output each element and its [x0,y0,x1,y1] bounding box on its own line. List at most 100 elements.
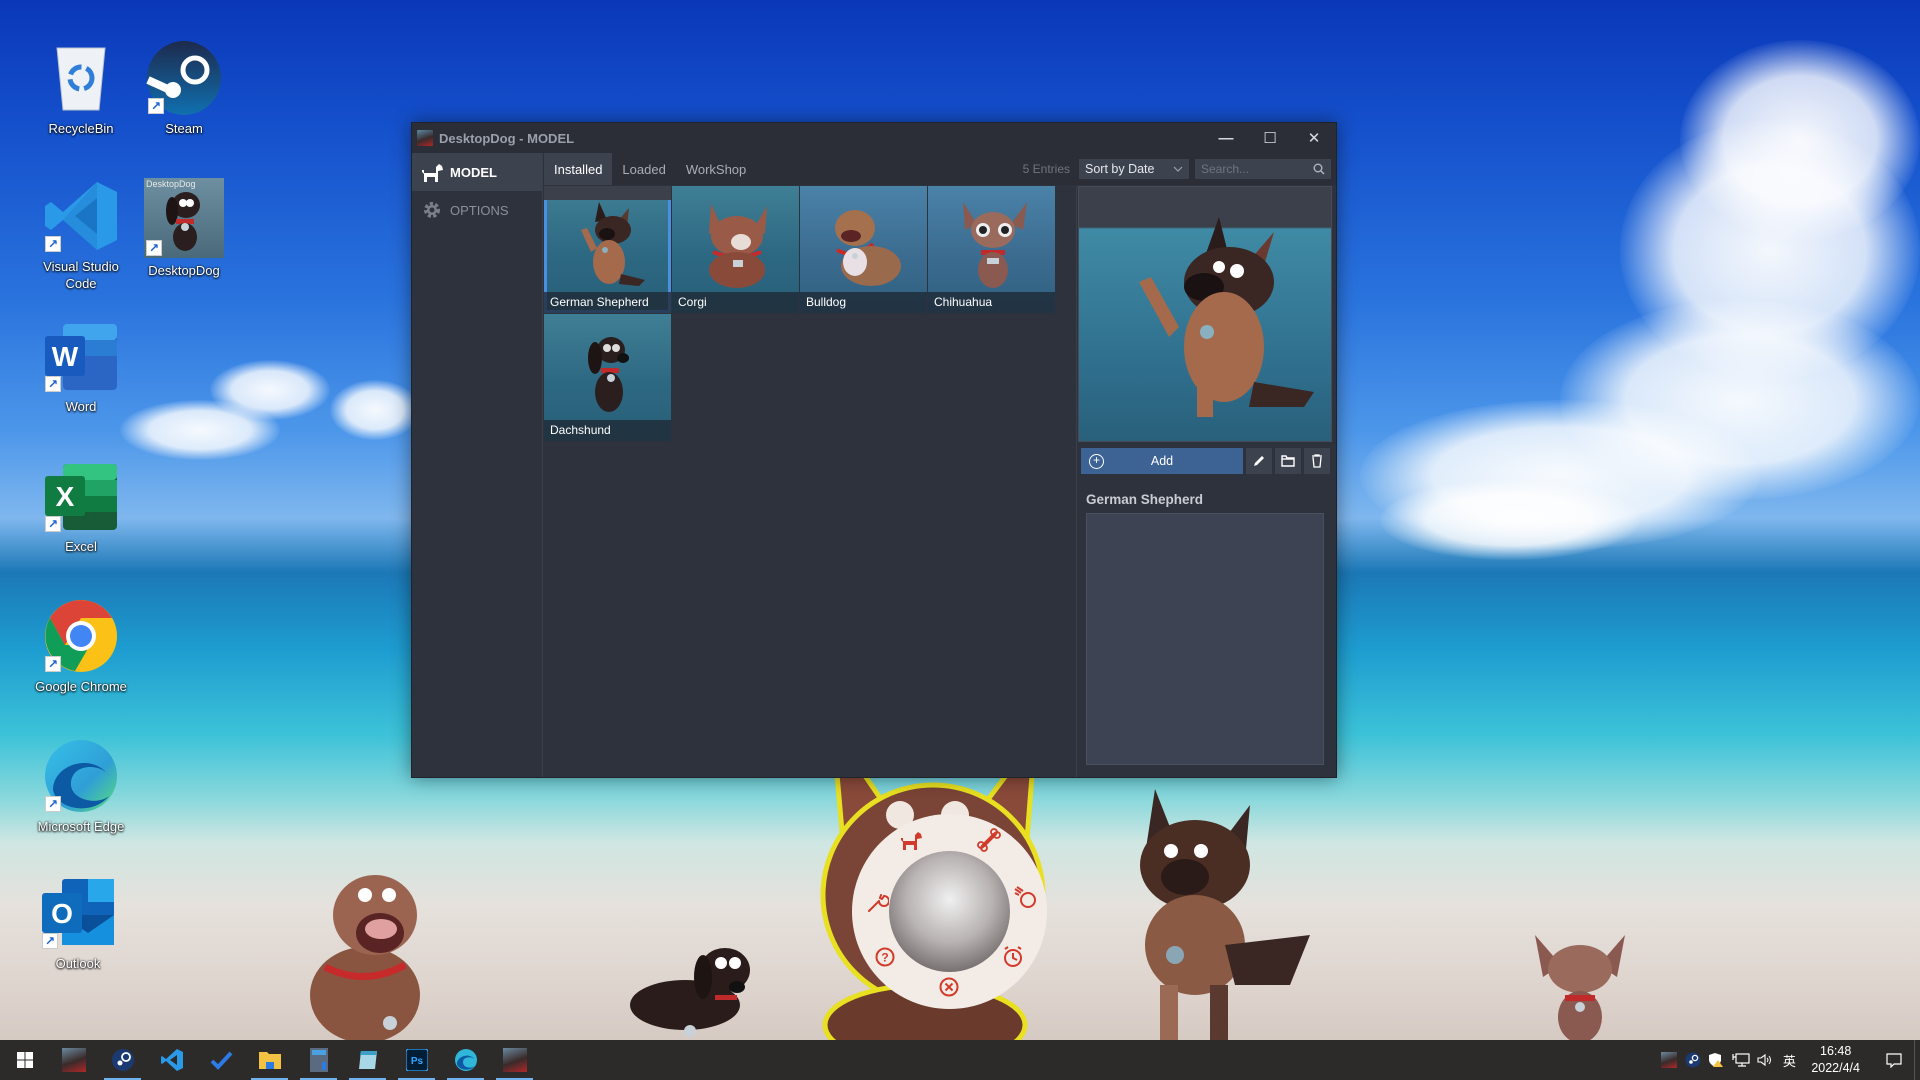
maximize-button[interactable]: ☐ [1248,123,1292,153]
timer-icon[interactable] [1000,944,1026,970]
model-actions: + Add [1078,448,1336,474]
tab-workshop[interactable]: WorkShop [676,153,756,185]
open-folder-button[interactable] [1275,448,1301,474]
dog-face [889,851,1010,972]
shortcut-arrow-icon: ↗ [45,516,61,532]
taskbar-todo[interactable] [196,1040,245,1080]
close-icon[interactable] [936,974,962,1000]
shortcut-arrow-icon: ↗ [45,656,61,672]
plus-circle-icon: + [1089,453,1104,469]
desktop-dog-dachshund[interactable] [615,925,775,1045]
desktop-icon-excel[interactable]: X ↗ Excel [33,458,129,555]
desktop-icon-recyclebin[interactable]: RecycleBin [33,40,129,137]
model-tile-dachshund[interactable]: Dachshund [544,314,671,441]
taskbar-desktopdog-running[interactable] [490,1040,539,1080]
ime-indicator[interactable]: 英 [1777,1040,1801,1080]
desktop-icon-edge[interactable]: ↗ Microsoft Edge [33,738,129,835]
taskbar-edge[interactable] [441,1040,490,1080]
taskbar-calculator[interactable] [294,1040,343,1080]
notification-center-icon[interactable] [1874,1040,1914,1080]
taskbar-desktopdog[interactable] [49,1040,98,1080]
taskbar-photoshop[interactable]: Ps [392,1040,441,1080]
notepad-icon [358,1051,377,1069]
edit-button[interactable] [1246,448,1272,474]
tray-steam-icon[interactable] [1681,1040,1705,1080]
desktop-icon-outlook[interactable]: O ↗ Outlook [30,875,126,972]
recycle-bin-icon [43,40,119,116]
taskbar-vscode[interactable] [147,1040,196,1080]
vscode-icon [160,1049,183,1071]
excel-icon: X ↗ [43,458,119,534]
delete-button[interactable] [1304,448,1330,474]
security-warning-icon[interactable] [1705,1040,1729,1080]
desktop-dog-bulldog[interactable] [285,855,445,1045]
tray-desktopdog-icon[interactable] [1657,1040,1681,1080]
bulldog-thumbnail [834,210,901,286]
model-tile-label: Corgi [672,292,799,313]
minimize-button[interactable]: — [1204,123,1248,153]
model-tile-corgi[interactable]: Corgi [672,186,799,313]
german-shepherd-thumbnail [580,202,645,286]
window-title: DesktopDog - MODEL [439,130,575,146]
model-preview[interactable] [1078,186,1332,442]
svg-text:O: O [51,898,73,929]
help-icon[interactable]: ? [872,944,898,970]
search-box[interactable] [1194,158,1332,180]
model-tile-german-shepherd[interactable]: German Shepherd [544,186,671,313]
panel-divider[interactable] [1076,186,1077,777]
bone-icon[interactable] [976,827,1002,853]
tab-bar: Installed Loaded WorkShop 5 Entries Sort… [544,153,1336,185]
tab-installed[interactable]: Installed [544,153,613,185]
desktop-icon-word[interactable]: W ↗ Word [33,318,129,415]
shortcut-arrow-icon: ↗ [146,240,162,256]
cloud [330,380,420,440]
close-button[interactable]: ✕ [1292,123,1336,153]
detail-panel: + Add German Shepherd [1078,186,1336,777]
steam-icon: ↗ [146,40,222,116]
cloud [120,400,280,460]
chrome-icon: ↗ [43,598,119,674]
desktop-icon-vscode[interactable]: ↗ Visual Studio Code [33,178,129,292]
desktop-icon-steam[interactable]: ↗ Steam [136,40,232,137]
svg-text:X: X [56,481,75,512]
ball-icon[interactable] [1012,884,1038,910]
sidebar-item-label: OPTIONS [450,202,509,218]
chihuahua-thumbnail [962,202,1027,288]
title-bar[interactable]: DesktopDog - MODEL — ☐ ✕ [412,123,1336,153]
cloud [1680,40,1920,240]
checkmark-icon [210,1051,232,1070]
pencil-icon [1254,456,1264,466]
show-desktop-button[interactable] [1914,1040,1920,1080]
wrench-icon[interactable] [864,890,890,916]
dog-icon[interactable] [898,827,924,853]
taskbar-file-explorer[interactable] [245,1040,294,1080]
model-description [1086,513,1324,765]
desktop-dog-chihuahua[interactable] [1525,925,1635,1045]
desktopdog-icon [502,1048,527,1072]
search-input[interactable] [1201,162,1313,176]
model-tile-bulldog[interactable]: Bulldog [800,186,927,313]
desktop-icon-label: Excel [65,539,97,554]
desktop-icon-label: Microsoft Edge [37,819,125,834]
desktop-icon-desktopdog[interactable]: DesktopDog ↗ DesktopDog [136,178,232,279]
network-icon[interactable] [1729,1040,1753,1080]
taskbar-steam[interactable] [98,1040,147,1080]
search-icon[interactable] [1313,163,1325,175]
tab-loaded[interactable]: Loaded [612,153,675,185]
dog-icon [420,160,444,184]
clock[interactable]: 16:48 2022/4/4 [1811,1043,1860,1077]
model-tile-chihuahua[interactable]: Chihuahua [928,186,1055,313]
desktop-dog-german-shepherd[interactable] [1115,785,1315,1045]
edge-icon [454,1049,477,1071]
desktop-icon-label: Word [65,399,97,414]
sidebar-item-options[interactable]: OPTIONS [412,191,542,229]
sidebar-item-model[interactable]: MODEL [412,153,542,191]
volume-icon[interactable] [1753,1040,1777,1080]
start-button[interactable] [0,1040,49,1080]
desktop-icon-label: DesktopDog [148,263,220,278]
desktop-icon-chrome[interactable]: ↗ Google Chrome [33,598,129,695]
add-button[interactable]: + Add [1081,448,1243,474]
desktop-icon-label: Visual Studio Code [43,259,119,291]
sort-dropdown[interactable]: Sort by Date [1078,158,1190,180]
taskbar-notepad[interactable] [343,1040,392,1080]
